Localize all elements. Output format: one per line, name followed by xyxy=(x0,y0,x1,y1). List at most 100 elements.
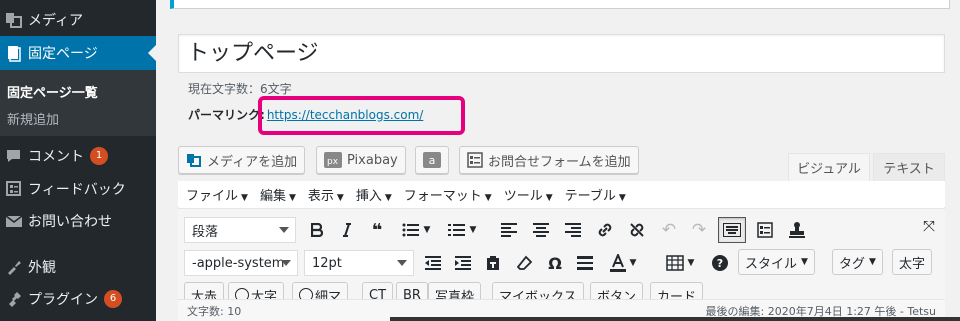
clear-formatting-button[interactable] xyxy=(512,250,538,276)
svg-text:px: px xyxy=(327,157,339,167)
sidebar-label: 固定ページ xyxy=(28,46,98,62)
menu-tools[interactable]: ツール ▼ xyxy=(504,185,553,204)
menu-label: 挿入 xyxy=(355,188,382,204)
sidebar-label: メディア xyxy=(28,13,84,29)
quicktag-button[interactable]: ボタン xyxy=(590,282,644,301)
bullet-list-button[interactable]: ▼ xyxy=(396,217,436,243)
special-character-button[interactable]: Ω xyxy=(542,250,568,276)
menu-label: テーブル xyxy=(564,188,616,204)
page-icon xyxy=(0,44,26,62)
quicktag-button[interactable]: CT xyxy=(362,282,394,300)
stamp-icon xyxy=(789,222,805,238)
font-family-select[interactable]: -apple-system xyxy=(184,250,298,276)
bullet-list-icon xyxy=(402,223,419,237)
fullscreen-button[interactable]: ⤧ xyxy=(916,213,942,239)
text-color-icon xyxy=(609,254,626,272)
sidebar-item-contact[interactable]: お問い合わせ xyxy=(0,204,156,238)
format-select-value: 段落 xyxy=(192,224,219,240)
menu-view[interactable]: 表示 ▼ xyxy=(308,185,344,204)
style-dropdown[interactable]: スタイル ▼ xyxy=(738,249,815,275)
quicktag-button[interactable]: マイボックス xyxy=(492,282,584,300)
add-media-button[interactable]: メディアを追加 xyxy=(178,146,306,174)
clipboard-icon xyxy=(487,256,499,270)
menu-label: ツール xyxy=(503,188,543,204)
tag-dropdown[interactable]: タグ ▼ xyxy=(832,249,883,275)
quicktag-button[interactable]: 写真枠 xyxy=(428,282,482,301)
add-media-label: メディアを追加 xyxy=(207,154,298,170)
amazon-button[interactable]: a xyxy=(415,146,449,174)
quicktag-label: 太字 xyxy=(251,289,278,301)
chevron-down-icon: ▼ xyxy=(469,225,477,235)
align-left-button[interactable] xyxy=(496,217,522,243)
menu-label: ファイル xyxy=(186,188,239,204)
menu-file[interactable]: ファイル ▼ xyxy=(186,185,248,204)
align-center-icon xyxy=(533,223,549,237)
quicktag-label: 太赤 xyxy=(191,289,218,301)
horizontal-line-button[interactable] xyxy=(572,250,598,276)
paste-text-button[interactable] xyxy=(480,250,506,276)
fullscreen-icon: ⤧ xyxy=(922,217,935,235)
align-right-button[interactable] xyxy=(560,217,586,243)
char-count: 現在文字数：6文字 xyxy=(188,82,292,96)
menu-format[interactable]: フォーマット ▼ xyxy=(404,185,492,204)
sidebar-item-appearance[interactable]: 外観 xyxy=(0,250,156,284)
stamp-button[interactable] xyxy=(784,217,810,243)
numbered-list-icon xyxy=(447,224,465,236)
text-color-button[interactable]: ▼ xyxy=(604,250,642,276)
format-select[interactable]: 段落 xyxy=(184,217,296,243)
indent-button[interactable] xyxy=(450,250,476,276)
title-input[interactable]: トップページ xyxy=(178,34,945,73)
bold-button[interactable] xyxy=(304,217,330,243)
word-count: 文字数: 10 xyxy=(187,304,242,318)
menu-insert[interactable]: 挿入 ▼ xyxy=(356,185,392,204)
help-button[interactable]: ? xyxy=(708,250,732,276)
sidebar-item-media[interactable]: メディア xyxy=(0,3,156,37)
quicktag-button[interactable]: 細マ xyxy=(292,282,349,300)
bold-style-label: 太字 xyxy=(899,256,926,272)
mail-icon xyxy=(0,212,26,230)
sidebar-item-pages[interactable]: 固定ページ xyxy=(0,36,156,70)
pixabay-label: Pixabay xyxy=(347,152,398,168)
unlink-icon xyxy=(630,223,644,237)
pixabay-button[interactable]: px Pixabay xyxy=(316,146,406,174)
bold-style-button[interactable]: 太字 xyxy=(892,249,933,275)
table-button[interactable]: ▼ xyxy=(660,250,700,276)
submenu-pages-list[interactable]: 固定ページ一覧 xyxy=(7,82,98,101)
quicktag-label: 写真枠 xyxy=(435,289,475,301)
font-size-select[interactable]: 12pt xyxy=(304,250,414,276)
blockquote-button[interactable]: ❝ xyxy=(364,217,390,243)
annotation-highlight-box xyxy=(258,96,465,135)
quicktag-button[interactable]: 太赤 xyxy=(184,282,225,301)
menu-edit[interactable]: 編集 ▼ xyxy=(260,185,296,204)
plugin-update-badge: 6 xyxy=(104,290,122,308)
menu-table[interactable]: テーブル ▼ xyxy=(565,185,626,204)
redo-button[interactable]: ↷ xyxy=(686,217,712,243)
sidebar-item-feedback[interactable]: フィードバック xyxy=(0,172,156,206)
submenu-add-new[interactable]: 新規追加 xyxy=(7,109,59,128)
quicktag-button[interactable]: 太字 xyxy=(228,282,285,301)
align-left-icon xyxy=(501,223,517,237)
form-button[interactable] xyxy=(752,217,778,243)
tab-text[interactable]: テキスト xyxy=(873,153,945,181)
insert-link-button[interactable] xyxy=(592,217,618,243)
editor-toolbar-2: -apple-system 12pt Ω ▼ ▼ ? スタイル ▼ タグ ▼ 太字 xyxy=(178,244,945,280)
bold-icon xyxy=(311,223,323,237)
remove-link-button[interactable] xyxy=(624,217,650,243)
quicktag-label: ボタン xyxy=(597,289,637,301)
sidebar-item-plugins[interactable]: プラグイン 6 xyxy=(0,282,156,316)
add-contact-form-label: お問合せフォームを追加 xyxy=(488,154,631,170)
quicktag-button[interactable]: カード xyxy=(650,282,704,300)
quicktag-button[interactable]: BR xyxy=(396,282,428,300)
toolbar-toggle-button[interactable] xyxy=(718,217,746,243)
amazon-icon: a xyxy=(423,152,441,168)
sidebar-item-comments[interactable]: コメント 1 xyxy=(0,139,156,173)
tab-visual[interactable]: ビジュアル xyxy=(788,153,870,181)
outdent-button[interactable] xyxy=(420,250,446,276)
add-contact-form-button[interactable]: お問合せフォームを追加 xyxy=(459,146,639,174)
italic-button[interactable] xyxy=(334,217,360,243)
horizontal-line-icon xyxy=(577,256,593,270)
undo-button[interactable]: ↶ xyxy=(656,217,682,243)
numbered-list-button[interactable]: ▼ xyxy=(442,217,482,243)
indent-icon xyxy=(455,256,471,270)
align-center-button[interactable] xyxy=(528,217,554,243)
